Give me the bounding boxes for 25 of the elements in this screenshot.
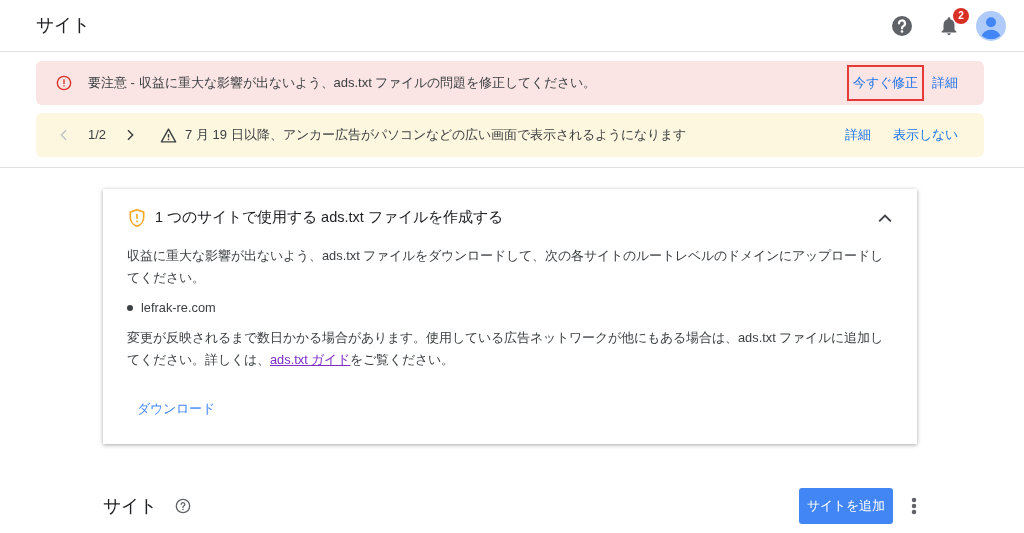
card-title: 1 つのサイトで使用する ads.txt ファイルを作成する [155, 208, 504, 227]
error-icon [56, 75, 72, 91]
add-site-button[interactable]: サイトを追加 [799, 488, 893, 524]
notice-link[interactable]: 詳細 [841, 121, 875, 149]
notification-count: 2 [953, 7, 969, 24]
help-icon[interactable] [890, 13, 914, 38]
notice-link[interactable]: 表示しない [889, 121, 962, 149]
alert-message: 要注意 - 収益に重大な影響が出ないよう、ads.txt ファイルの問題を修正してください。 [88, 74, 598, 93]
section-title: サイト [103, 494, 157, 518]
shield-icon [127, 207, 147, 228]
guide-link[interactable]: ads.txt ガイド [270, 351, 351, 367]
more-icon[interactable] [911, 496, 917, 516]
site-domain: lefrak-re.com [141, 298, 216, 317]
notice-message: 7 月 19 日以降、アンカー広告がパソコンなどの広い画面で表示されるようになります [185, 126, 687, 145]
pager-text: 1/2 [88, 126, 107, 145]
card-description: 収益に重大な影響が出ないよう、ads.txt ファイルをダウンロードして、次の各サイトのルートレベルのドメインにアップロードしてください。 [127, 246, 885, 287]
card-note: 変更が反映されるまで数日かかる場合があります。使用している広告ネットワークが他にもある場合は、ads.txt ファイルに追加してください。詳しくは、ads.txt ガイド をご覧ください。 [127, 328, 885, 369]
alert-link[interactable]: 今すぐ修正 [849, 67, 922, 99]
page-title: サイト [36, 14, 90, 37]
alert-link[interactable]: 詳細 [928, 69, 962, 97]
bullet-icon [127, 304, 133, 311]
avatar-icon[interactable] [976, 10, 1006, 41]
download-button[interactable]: ダウンロード [127, 394, 225, 423]
warning-icon [160, 126, 178, 144]
help-icon[interactable] [175, 498, 191, 514]
